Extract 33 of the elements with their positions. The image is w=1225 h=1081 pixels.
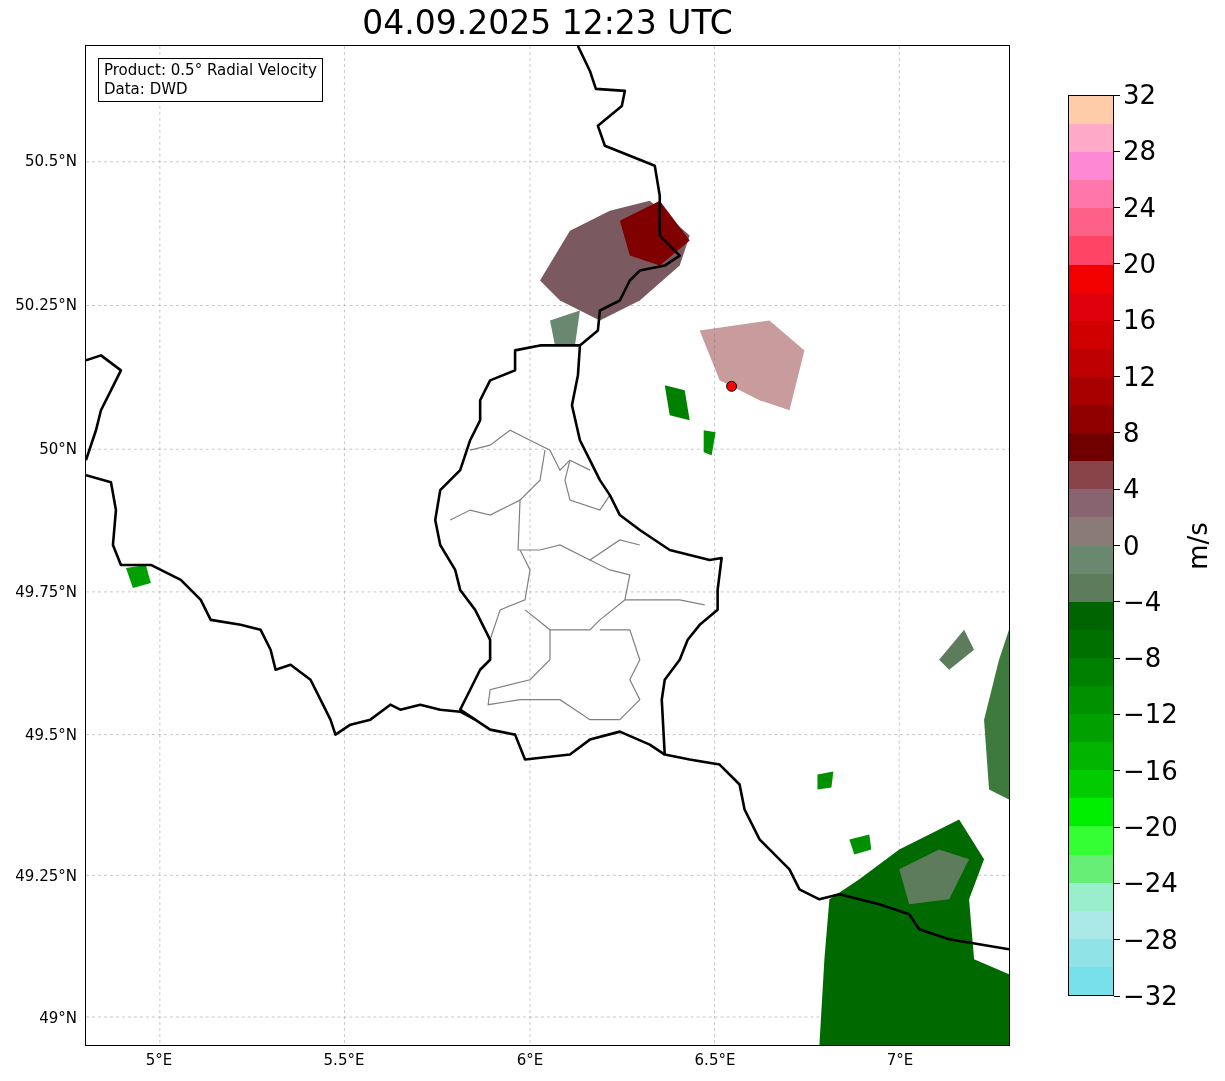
latitude-label: 49°N: [39, 1009, 77, 1027]
latitude-label: 49.25°N: [15, 867, 77, 885]
colorbar-tick-label: 24: [1123, 192, 1157, 223]
latitude-label: 50°N: [39, 440, 77, 458]
latitude-label: 50.5°N: [24, 152, 77, 170]
colorbar-tick-label: 16: [1123, 305, 1157, 336]
colorbar-tick-label: 32: [1123, 80, 1157, 110]
chart-title: 04.09.2025 12:23 UTC: [362, 2, 733, 43]
colorbar-tick-label: 12: [1123, 361, 1157, 392]
info-text: Product: 0.5° Radial Velocity: [104, 61, 317, 80]
longitude-label: 5°E: [145, 1051, 173, 1069]
longitude-label: 5.5°E: [323, 1051, 365, 1069]
longitude-label: 6.5°E: [694, 1051, 736, 1069]
colorbar-tick-label: −24: [1123, 868, 1178, 899]
colorbar-tick-label: −12: [1123, 699, 1178, 730]
longitude-label: 6°E: [516, 1051, 544, 1069]
longitude-label: 7°E: [886, 1051, 914, 1069]
latitude-label: 50.25°N: [15, 296, 77, 314]
colorbar-tick-label: −8: [1123, 643, 1162, 674]
colorbar-tick-label: −4: [1123, 586, 1162, 617]
colorbar-unit-label: m/s: [1182, 521, 1213, 570]
colorbar-tick-label: −20: [1123, 812, 1178, 843]
colorbar-tick-label: −16: [1123, 755, 1178, 786]
colorbar-tick-label: 8: [1123, 417, 1140, 448]
latitude-label: 49.5°N: [24, 726, 77, 744]
colorbar-tick-label: 0: [1123, 530, 1140, 561]
colorbar-tick-label: 20: [1123, 248, 1157, 279]
info-text: Data: DWD: [104, 80, 189, 99]
latitude-label: 49.75°N: [15, 583, 77, 601]
colorbar-tick-label: 28: [1123, 136, 1157, 167]
colorbar-tick-label: −28: [1123, 924, 1178, 955]
colorbar-tick-label: −32: [1123, 981, 1178, 1011]
colorbar-tick-label: 4: [1123, 474, 1140, 505]
